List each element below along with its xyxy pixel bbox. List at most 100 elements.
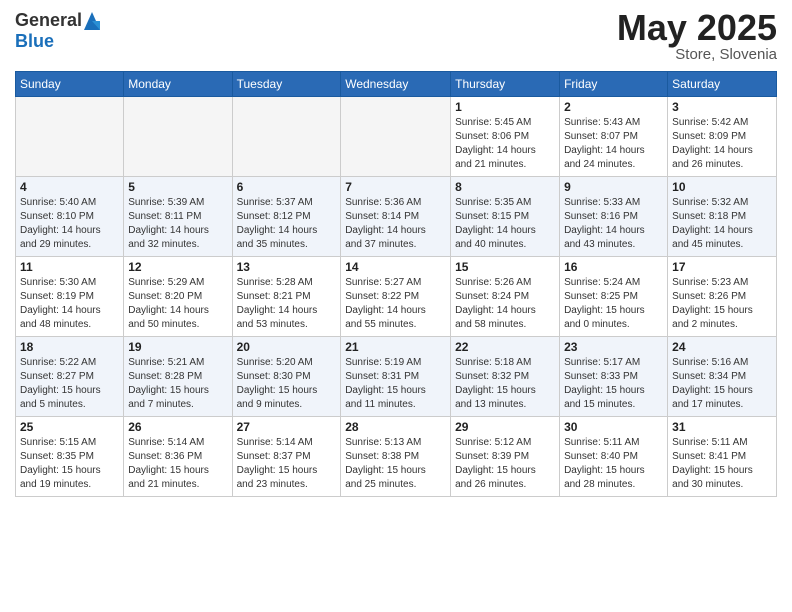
- day-number: 5: [128, 180, 227, 194]
- day-number: 15: [455, 260, 555, 274]
- day-number: 30: [564, 420, 663, 434]
- day-number: 10: [672, 180, 772, 194]
- day-number: 31: [672, 420, 772, 434]
- day-info: Sunrise: 5:24 AM Sunset: 8:25 PM Dayligh…: [564, 276, 663, 332]
- day-number: 6: [237, 180, 337, 194]
- weekday-saturday: Saturday: [668, 72, 777, 97]
- calendar-cell: 2 Sunrise: 5:43 AM Sunset: 8:07 PM Daylig…: [560, 97, 668, 177]
- day-number: 14: [345, 260, 446, 274]
- day-info: Sunrise: 5:36 AM Sunset: 8:14 PM Dayligh…: [345, 196, 446, 252]
- calendar-cell: [124, 97, 232, 177]
- weekday-thursday: Thursday: [451, 72, 560, 97]
- day-info: Sunrise: 5:40 AM Sunset: 8:10 PM Dayligh…: [20, 196, 119, 252]
- calendar-cell: 20 Sunrise: 5:20 AM Sunset: 8:30 PM Dayli…: [232, 337, 341, 417]
- calendar-cell: 10 Sunrise: 5:32 AM Sunset: 8:18 PM Dayli…: [668, 177, 777, 257]
- weekday-header-row: SundayMondayTuesdayWednesdayThursdayFrid…: [16, 72, 777, 97]
- calendar-cell: [232, 97, 341, 177]
- day-number: 27: [237, 420, 337, 434]
- day-info: Sunrise: 5:12 AM Sunset: 8:39 PM Dayligh…: [455, 436, 555, 492]
- day-number: 25: [20, 420, 119, 434]
- day-info: Sunrise: 5:37 AM Sunset: 8:12 PM Dayligh…: [237, 196, 337, 252]
- day-number: 29: [455, 420, 555, 434]
- day-info: Sunrise: 5:43 AM Sunset: 8:07 PM Dayligh…: [564, 116, 663, 172]
- day-info: Sunrise: 5:11 AM Sunset: 8:40 PM Dayligh…: [564, 436, 663, 492]
- weekday-wednesday: Wednesday: [341, 72, 451, 97]
- day-info: Sunrise: 5:18 AM Sunset: 8:32 PM Dayligh…: [455, 356, 555, 412]
- day-number: 1: [455, 100, 555, 114]
- day-info: Sunrise: 5:17 AM Sunset: 8:33 PM Dayligh…: [564, 356, 663, 412]
- calendar-table: SundayMondayTuesdayWednesdayThursdayFrid…: [15, 71, 777, 497]
- week-row-3: 11Sunrise: 5:30 AM Sunset: 8:19 PM Dayli…: [16, 257, 777, 337]
- day-number: 11: [20, 260, 119, 274]
- day-number: 28: [345, 420, 446, 434]
- month-title: May 2025: [617, 10, 777, 46]
- day-info: Sunrise: 5:35 AM Sunset: 8:15 PM Dayligh…: [455, 196, 555, 252]
- calendar-cell: 1Sunrise: 5:45 AM Sunset: 8:06 PM Daylig…: [451, 97, 560, 177]
- calendar-cell: 24Sunrise: 5:16 AM Sunset: 8:34 PM Dayli…: [668, 337, 777, 417]
- calendar-cell: 26Sunrise: 5:14 AM Sunset: 8:36 PM Dayli…: [124, 417, 232, 497]
- logo-text: General Blue: [15, 10, 100, 51]
- calendar-cell: 25Sunrise: 5:15 AM Sunset: 8:35 PM Dayli…: [16, 417, 124, 497]
- calendar-cell: 23Sunrise: 5:17 AM Sunset: 8:33 PM Dayli…: [560, 337, 668, 417]
- day-info: Sunrise: 5:39 AM Sunset: 8:11 PM Dayligh…: [128, 196, 227, 252]
- calendar-cell: 14Sunrise: 5:27 AM Sunset: 8:22 PM Dayli…: [341, 257, 451, 337]
- day-number: 22: [455, 340, 555, 354]
- day-info: Sunrise: 5:28 AM Sunset: 8:21 PM Dayligh…: [237, 276, 337, 332]
- day-number: 9: [564, 180, 663, 194]
- calendar-cell: 19 Sunrise: 5:21 AM Sunset: 8:28 PM Dayli…: [124, 337, 232, 417]
- location: Store, Slovenia: [617, 46, 777, 63]
- day-number: 17: [672, 260, 772, 274]
- calendar-cell: 13Sunrise: 5:28 AM Sunset: 8:21 PM Dayli…: [232, 257, 341, 337]
- day-info: Sunrise: 5:11 AM Sunset: 8:41 PM Dayligh…: [672, 436, 772, 492]
- day-number: 7: [345, 180, 446, 194]
- day-number: 20: [237, 340, 337, 354]
- day-number: 16: [564, 260, 663, 274]
- calendar-page: General Blue May 2025 Store, Slovenia Su…: [0, 0, 792, 612]
- calendar-cell: 31 Sunrise: 5:11 AM Sunset: 8:41 PM Dayli…: [668, 417, 777, 497]
- day-number: 19: [128, 340, 227, 354]
- day-info: Sunrise: 5:14 AM Sunset: 8:36 PM Dayligh…: [128, 436, 227, 492]
- calendar-cell: 27 Sunrise: 5:14 AM Sunset: 8:37 PM Dayli…: [232, 417, 341, 497]
- day-info: Sunrise: 5:13 AM Sunset: 8:38 PM Dayligh…: [345, 436, 446, 492]
- logo: General Blue: [15, 10, 100, 51]
- day-info: Sunrise: 5:21 AM Sunset: 8:28 PM Dayligh…: [128, 356, 227, 412]
- calendar-cell: [16, 97, 124, 177]
- logo-blue: Blue: [15, 31, 100, 52]
- day-number: 24: [672, 340, 772, 354]
- day-number: 3: [672, 100, 772, 114]
- calendar-cell: 9 Sunrise: 5:33 AM Sunset: 8:16 PM Daylig…: [560, 177, 668, 257]
- logo-general: General: [15, 10, 100, 31]
- day-info: Sunrise: 5:14 AM Sunset: 8:37 PM Dayligh…: [237, 436, 337, 492]
- calendar-cell: 3Sunrise: 5:42 AM Sunset: 8:09 PM Daylig…: [668, 97, 777, 177]
- day-number: 18: [20, 340, 119, 354]
- day-info: Sunrise: 5:22 AM Sunset: 8:27 PM Dayligh…: [20, 356, 119, 412]
- weekday-sunday: Sunday: [16, 72, 124, 97]
- weekday-tuesday: Tuesday: [232, 72, 341, 97]
- week-row-1: 1Sunrise: 5:45 AM Sunset: 8:06 PM Daylig…: [16, 97, 777, 177]
- day-info: Sunrise: 5:33 AM Sunset: 8:16 PM Dayligh…: [564, 196, 663, 252]
- day-info: Sunrise: 5:29 AM Sunset: 8:20 PM Dayligh…: [128, 276, 227, 332]
- calendar-cell: 4Sunrise: 5:40 AM Sunset: 8:10 PM Daylig…: [16, 177, 124, 257]
- day-info: Sunrise: 5:32 AM Sunset: 8:18 PM Dayligh…: [672, 196, 772, 252]
- day-info: Sunrise: 5:23 AM Sunset: 8:26 PM Dayligh…: [672, 276, 772, 332]
- calendar-cell: 16 Sunrise: 5:24 AM Sunset: 8:25 PM Dayli…: [560, 257, 668, 337]
- calendar-cell: 12Sunrise: 5:29 AM Sunset: 8:20 PM Dayli…: [124, 257, 232, 337]
- week-row-5: 25Sunrise: 5:15 AM Sunset: 8:35 PM Dayli…: [16, 417, 777, 497]
- day-info: Sunrise: 5:19 AM Sunset: 8:31 PM Dayligh…: [345, 356, 446, 412]
- calendar-cell: 5 Sunrise: 5:39 AM Sunset: 8:11 PM Daylig…: [124, 177, 232, 257]
- calendar-cell: 6 Sunrise: 5:37 AM Sunset: 8:12 PM Daylig…: [232, 177, 341, 257]
- calendar-cell: 15Sunrise: 5:26 AM Sunset: 8:24 PM Dayli…: [451, 257, 560, 337]
- calendar-cell: 8Sunrise: 5:35 AM Sunset: 8:15 PM Daylig…: [451, 177, 560, 257]
- week-row-4: 18 Sunrise: 5:22 AM Sunset: 8:27 PM Dayli…: [16, 337, 777, 417]
- calendar-cell: [341, 97, 451, 177]
- header: General Blue May 2025 Store, Slovenia: [15, 10, 777, 63]
- day-number: 2: [564, 100, 663, 114]
- calendar-cell: 22 Sunrise: 5:18 AM Sunset: 8:32 PM Dayli…: [451, 337, 560, 417]
- weekday-monday: Monday: [124, 72, 232, 97]
- weekday-friday: Friday: [560, 72, 668, 97]
- calendar-cell: 30 Sunrise: 5:11 AM Sunset: 8:40 PM Dayli…: [560, 417, 668, 497]
- week-row-2: 4Sunrise: 5:40 AM Sunset: 8:10 PM Daylig…: [16, 177, 777, 257]
- calendar-cell: 21 Sunrise: 5:19 AM Sunset: 8:31 PM Dayli…: [341, 337, 451, 417]
- day-number: 21: [345, 340, 446, 354]
- day-info: Sunrise: 5:20 AM Sunset: 8:30 PM Dayligh…: [237, 356, 337, 412]
